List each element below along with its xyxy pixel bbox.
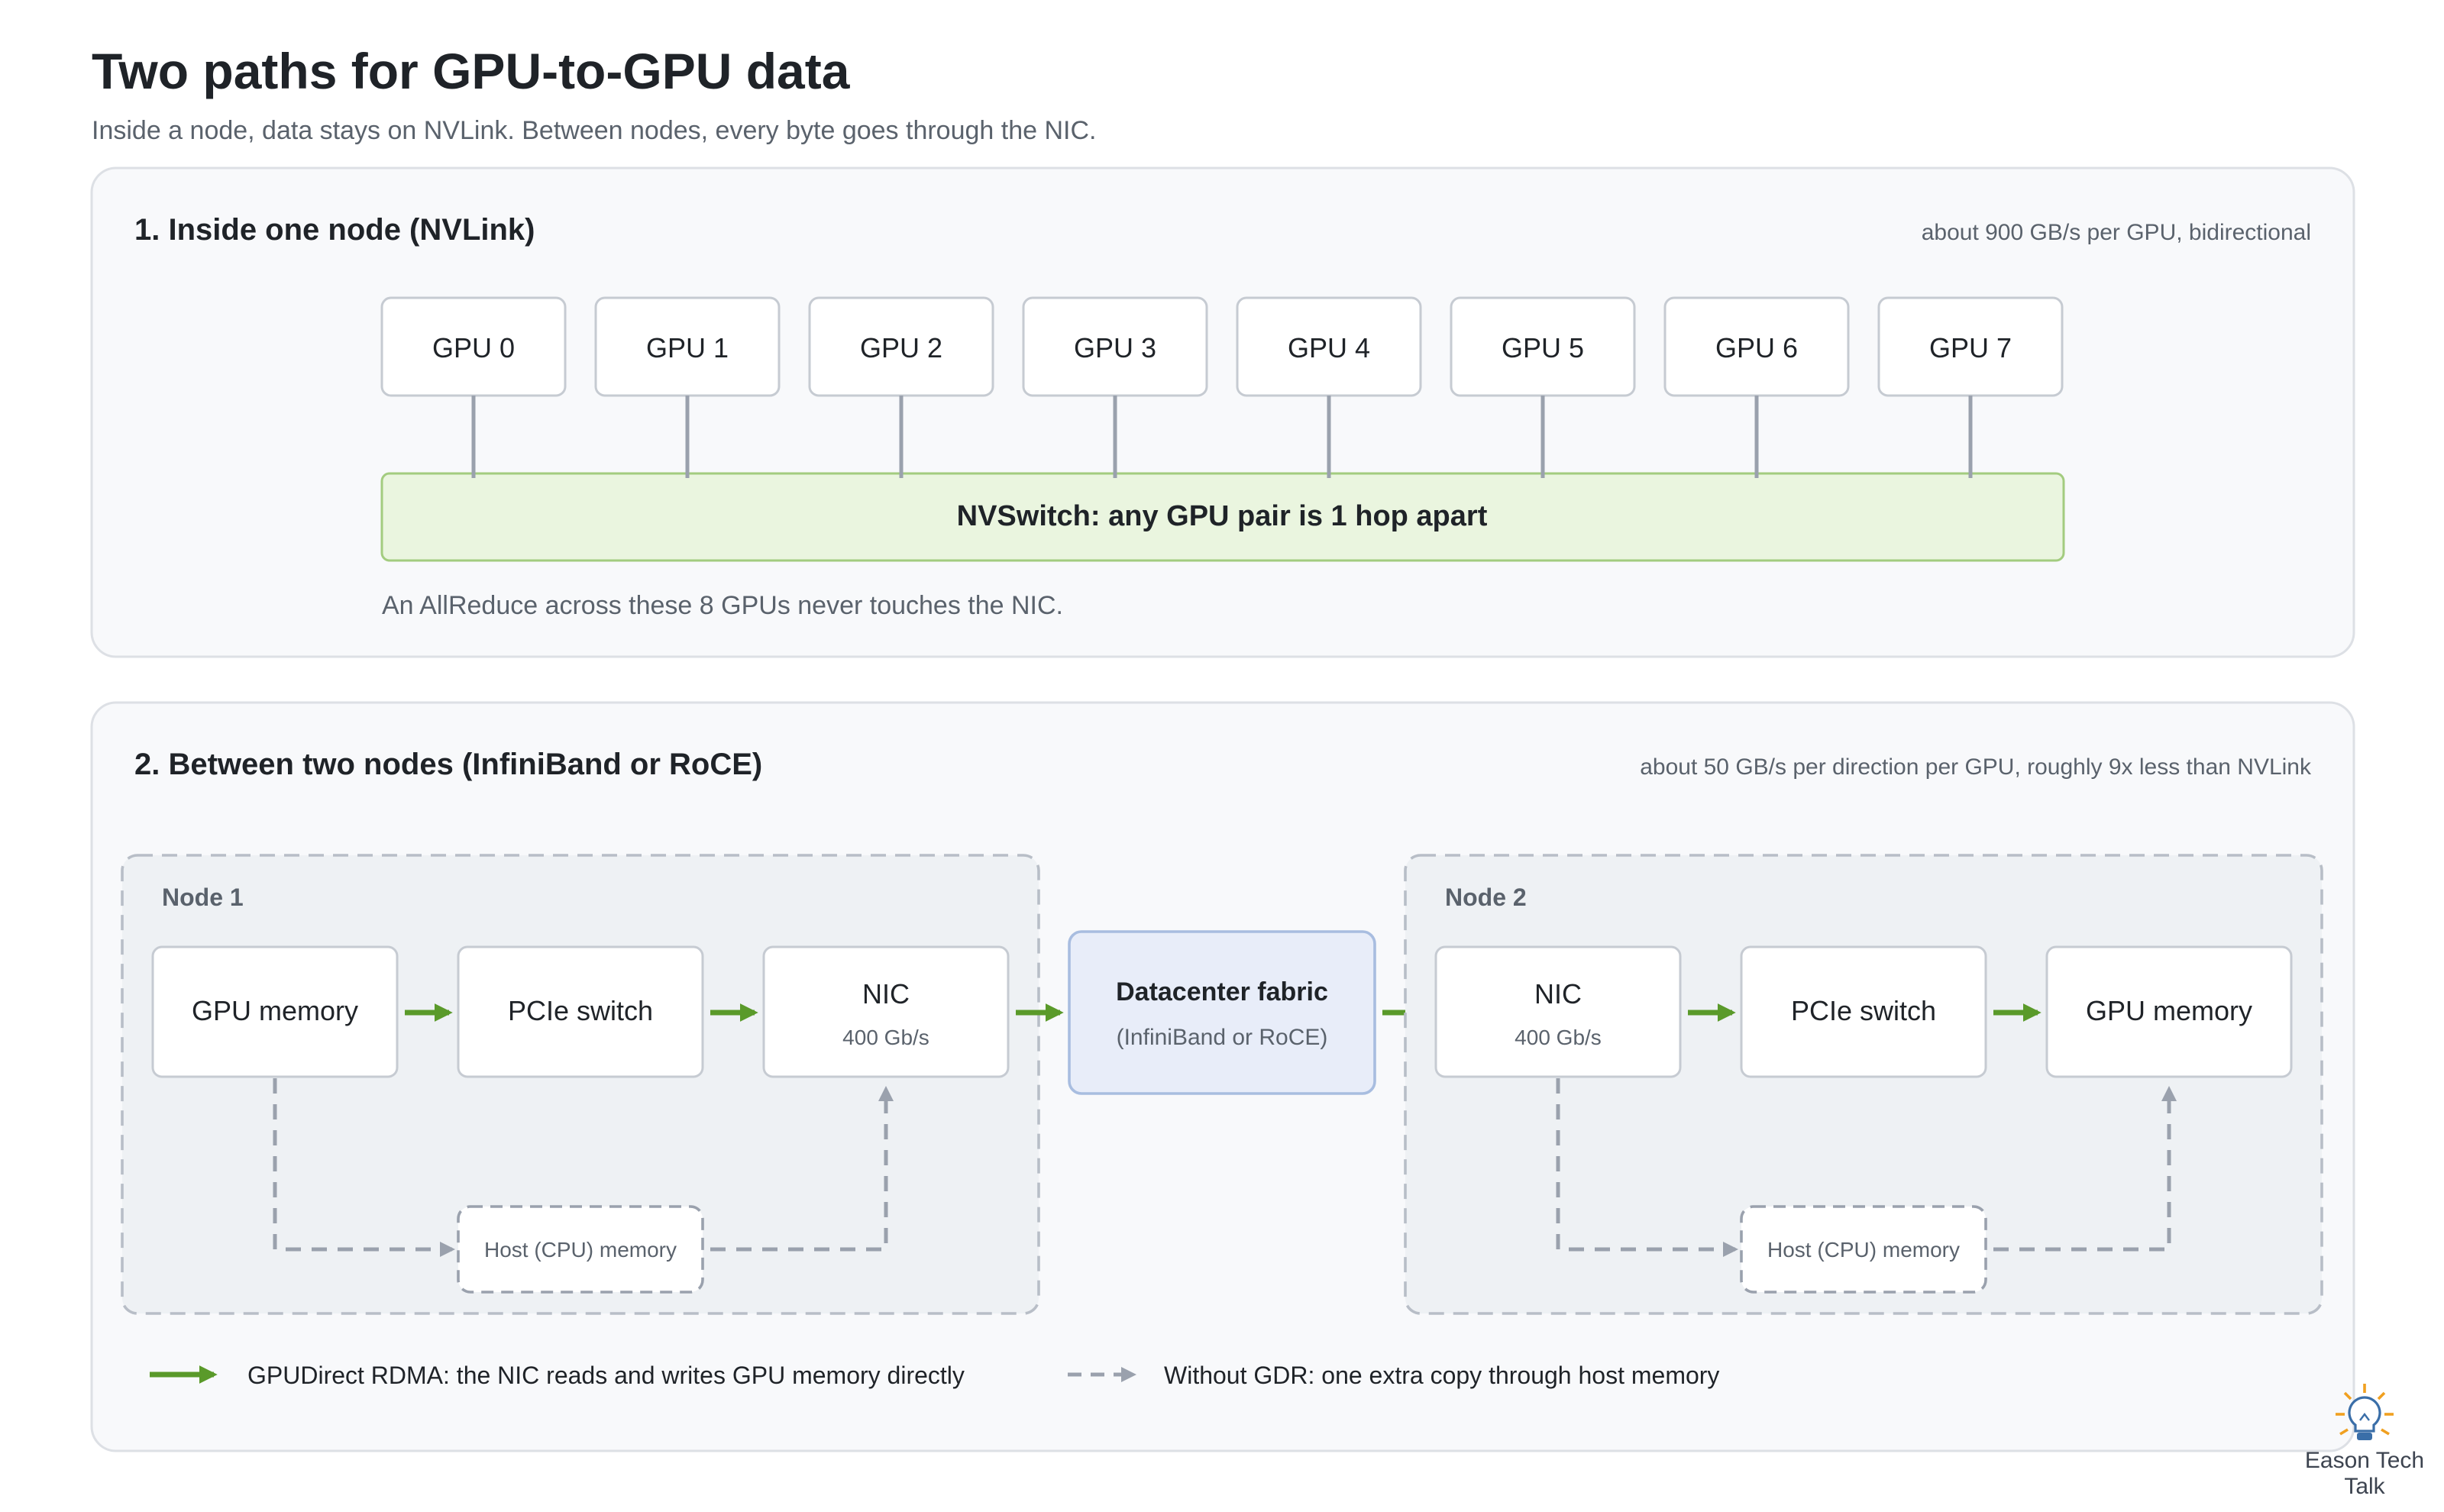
datacenter-fabric-box [1068, 930, 1376, 1095]
legend: GPUDirect RDMA: the NIC reads and writes… [150, 1362, 1719, 1389]
node-2-nic-speed: 400 Gb/s [1515, 1026, 1602, 1049]
gpu-label: GPU 2 [860, 332, 942, 363]
logo-line-1: Eason Tech [2305, 1448, 2424, 1473]
node-2-pcie-switch-label: PCIe switch [1791, 995, 1936, 1026]
legend-gdr-label: GPUDirect RDMA: the NIC reads and writes… [247, 1362, 965, 1389]
gpu-label: GPU 6 [1715, 332, 1798, 363]
gpu-label: GPU 4 [1288, 332, 1370, 363]
datacenter-fabric-sublabel: (InfiniBand or RoCE) [1117, 1025, 1328, 1050]
panel-between-nodes-bandwidth: about 50 GB/s per direction per GPU, rou… [1640, 754, 2312, 780]
logo-line-2: Talk [2344, 1474, 2385, 1499]
panel-inside-node-bandwidth: about 900 GB/s per GPU, bidirectional [1922, 220, 2311, 245]
page-title: Two paths for GPU-to-GPU data [92, 43, 851, 99]
node-1-gpu-memory-label: GPU memory [192, 995, 358, 1026]
node-1: Node 1 GPU memory PCIe switch NIC 400 Gb… [121, 854, 1040, 1315]
node-1-label: Node 1 [162, 884, 244, 911]
gpu-box-7: GPU 7 [1877, 296, 2064, 397]
node-1-nic-label: NIC [862, 978, 910, 1010]
node-1-nic-speed: 400 Gb/s [842, 1026, 929, 1049]
gpu-label: GPU 3 [1074, 332, 1156, 363]
node-2-nic-label: NIC [1534, 978, 1582, 1010]
node-2: Node 2 NIC 400 Gb/s PCIe switch GPU memo… [1404, 854, 2323, 1315]
gpu-label: GPU 5 [1502, 332, 1584, 363]
node-2-gpu-memory-label: GPU memory [2086, 995, 2252, 1026]
gpu-label: GPU 1 [646, 332, 729, 363]
gpu-box-0: GPU 0 [380, 296, 567, 397]
legend-no-gdr-label: Without GDR: one extra copy through host… [1164, 1362, 1719, 1389]
node-2-nic-box [1434, 945, 1682, 1078]
gpu-box-5: GPU 5 [1450, 296, 1636, 397]
node-2-label: Node 2 [1445, 884, 1527, 911]
node-1-nic-box [762, 945, 1010, 1078]
page-subtitle: Inside a node, data stays on NVLink. Bet… [92, 116, 1096, 145]
panel-between-nodes-title: 2. Between two nodes (InfiniBand or RoCE… [134, 748, 762, 781]
node-1-pcie-switch-label: PCIe switch [508, 995, 653, 1026]
node-2-host-memory-label: Host (CPU) memory [1767, 1238, 1960, 1262]
gpu-box-4: GPU 4 [1236, 296, 1422, 397]
nvswitch-label: NVSwitch: any GPU pair is 1 hop apart [957, 500, 1488, 532]
gpu-box-1: GPU 1 [594, 296, 781, 397]
diagram-svg: Two paths for GPU-to-GPU data Inside a n… [90, 43, 2424, 1499]
panel-inside-node-note: An AllReduce across these 8 GPUs never t… [382, 591, 1063, 620]
gpu-label: GPU 0 [432, 332, 515, 363]
gpu-box-6: GPU 6 [1663, 296, 1850, 397]
node-1-host-memory-label: Host (CPU) memory [484, 1238, 677, 1262]
gpu-box-3: GPU 3 [1022, 296, 1208, 397]
panel-between-nodes: 2. Between two nodes (InfiniBand or RoCE… [90, 701, 2355, 1452]
panel-inside-node-title: 1. Inside one node (NVLink) [134, 213, 535, 247]
panel-inside-node: 1. Inside one node (NVLink) about 900 GB… [90, 166, 2355, 658]
gpu-box-2: GPU 2 [808, 296, 994, 397]
diagram-canvas: Two paths for GPU-to-GPU data Inside a n… [0, 0, 2444, 1512]
datacenter-fabric-label: Datacenter fabric [1116, 977, 1328, 1006]
gpu-label: GPU 7 [1929, 332, 2012, 363]
